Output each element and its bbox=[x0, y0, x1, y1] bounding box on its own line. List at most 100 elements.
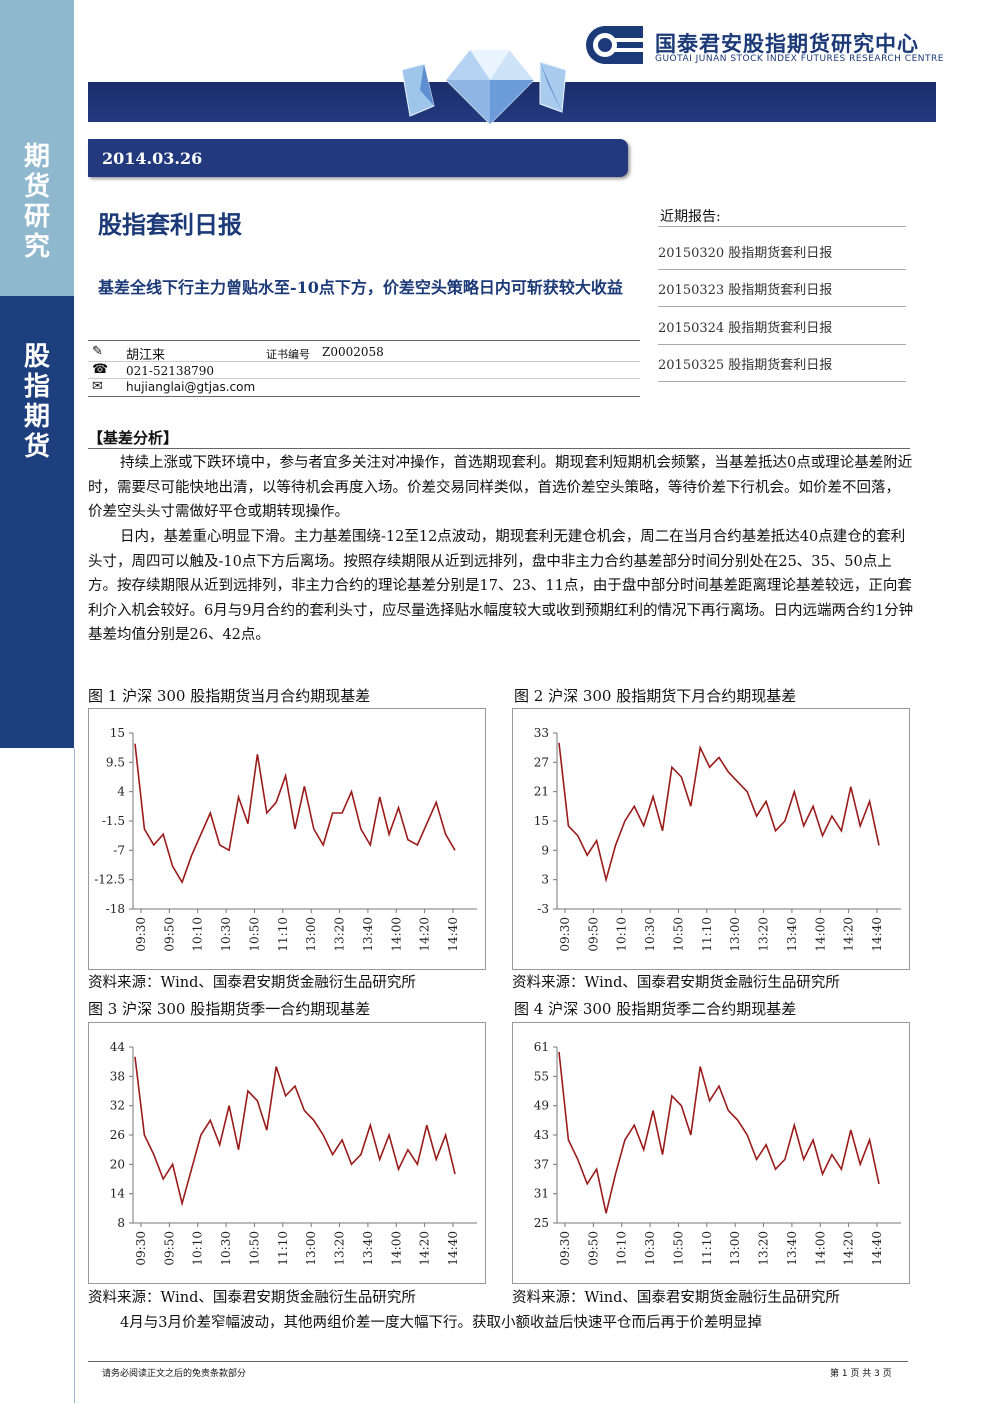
chart-3: 44 38 32 26 20 14 8 09:30 09:50 10:10 10:30 10:50 11… bbox=[88, 1022, 486, 1284]
y-tick-label: -12.5 bbox=[94, 873, 125, 887]
recent-report-item[interactable]: 20150325 股指期货套利日报 bbox=[658, 354, 906, 382]
chart-2: 33 27 21 15 9 3 -3 09:30 09:50 10:10 10:30 10:50 11:… bbox=[512, 708, 910, 970]
diamond-icon bbox=[401, 49, 567, 125]
paragraph-3: 4月与3月价差窄幅波动，其他两组价差一度大幅下行。获取小额收益后快速平仓而后再于… bbox=[120, 1315, 762, 1331]
sidebar-char: 究 bbox=[23, 232, 50, 262]
x-tick-label: 10:10 bbox=[191, 917, 205, 952]
x-tick-label: 14:00 bbox=[389, 917, 403, 952]
chart-4: 61 55 49 43 37 31 25 09:30 09:50 10:10 10:30 10:50 1… bbox=[512, 1022, 910, 1284]
phone-icon: ☎ bbox=[92, 362, 109, 377]
y-tick-label: -3 bbox=[537, 902, 549, 916]
x-tick-label: 14:00 bbox=[813, 917, 827, 952]
x-tick-label: 10:50 bbox=[247, 1231, 261, 1266]
chart-svg: 15 9.5 4 -1.5 -7 -12.5 -18 09:30 09:50 10:10 10:30… bbox=[94, 726, 477, 952]
x-tick-label: 13:00 bbox=[304, 917, 318, 952]
mail-icon: ✉ bbox=[92, 379, 103, 394]
recent-report-item[interactable]: 20150324 股指期货套利日报 bbox=[658, 317, 906, 345]
author-phone: 021-52138790 bbox=[126, 364, 215, 378]
paragraph-1: 持续上涨或下跌环境中，参与者宜多关注对冲操作，首选期现套利。期现套利短期机会频繁… bbox=[88, 455, 913, 521]
footer-disclaimer: 请务必阅读正文之后的免责条款部分 bbox=[102, 1369, 247, 1379]
x-tick-label: 14:20 bbox=[842, 1231, 856, 1266]
logo-icon bbox=[586, 26, 643, 64]
figure-source-4: 资料来源：Wind、国泰君安期货金融衍生品研究所 bbox=[512, 1290, 840, 1306]
recent-report-item[interactable]: 20150320 股指期货套利日报 bbox=[658, 242, 906, 270]
y-tick-label: 26 bbox=[110, 1128, 125, 1142]
pen-icon: ✎ bbox=[92, 344, 103, 359]
x-tick-label: 09:50 bbox=[586, 917, 600, 952]
author-rule-mid bbox=[88, 361, 640, 362]
x-tick-label: 13:20 bbox=[333, 1231, 347, 1266]
figure-title-2: 图 2 沪深 300 股指期货下月合约期现基差 bbox=[514, 687, 797, 705]
chart-svg: 33 27 21 15 9 3 -3 09:30 09:50 10:10 10:30 10:50 11:… bbox=[534, 726, 901, 952]
series-line bbox=[558, 1051, 880, 1214]
series-line bbox=[558, 742, 880, 883]
y-tick-label: 43 bbox=[534, 1128, 549, 1142]
report-date: 2014.03.26 bbox=[102, 149, 203, 168]
chart-svg: 61 55 49 43 37 31 25 09:30 09:50 10:10 10:30 10:50 1… bbox=[534, 1040, 901, 1266]
x-tick-label: 09:50 bbox=[162, 917, 176, 952]
y-tick-label: 3 bbox=[541, 873, 549, 887]
x-tick-label: 14:20 bbox=[842, 917, 856, 952]
footer-rule bbox=[88, 1361, 908, 1362]
y-tick-label: 21 bbox=[534, 785, 549, 799]
sidebar-char: 期 bbox=[23, 402, 50, 432]
figure-source-2: 资料来源：Wind、国泰君安期货金融衍生品研究所 bbox=[512, 975, 840, 991]
y-tick-label: 15 bbox=[110, 726, 125, 740]
y-tick-label: -1.5 bbox=[102, 814, 125, 828]
y-tick-label: 4 bbox=[117, 785, 125, 799]
x-tick-label: 13:40 bbox=[361, 1231, 375, 1266]
y-tick-label: -7 bbox=[113, 843, 125, 857]
x-tick-label: 13:00 bbox=[304, 1231, 318, 1266]
sidebar-rule bbox=[74, 748, 75, 1403]
x-tick-label: 10:10 bbox=[615, 917, 629, 952]
x-tick-label: 11:10 bbox=[700, 1231, 714, 1266]
y-tick-label: 25 bbox=[534, 1216, 549, 1230]
x-tick-label: 14:20 bbox=[418, 1231, 432, 1266]
y-tick-label: 38 bbox=[110, 1069, 125, 1083]
sidebar-char: 研 bbox=[23, 202, 50, 232]
recent-report-item[interactable]: 20150323 股指期货套利日报 bbox=[658, 279, 906, 307]
chart-1: 15 9.5 4 -1.5 -7 -12.5 -18 09:30 09:50 10:10 10:30… bbox=[88, 708, 486, 970]
x-tick-label: 10:10 bbox=[191, 1231, 205, 1266]
figure-source-3: 资料来源：Wind、国泰君安期货金融衍生品研究所 bbox=[88, 1290, 416, 1306]
y-tick-label: 49 bbox=[534, 1099, 549, 1113]
x-tick-label: 14:20 bbox=[418, 917, 432, 952]
sidebar-char: 指 bbox=[23, 372, 50, 402]
x-tick-label: 13:40 bbox=[785, 1231, 799, 1266]
recent-reports-heading: 近期报告: bbox=[660, 209, 721, 225]
x-tick-label: 10:30 bbox=[643, 917, 657, 952]
chart-svg: 44 38 32 26 20 14 8 09:30 09:50 10:10 10:30 10:50 11… bbox=[110, 1040, 477, 1266]
y-tick-label: 61 bbox=[534, 1040, 549, 1054]
cert-label: 证书编号 bbox=[266, 348, 310, 361]
y-tick-label: 37 bbox=[534, 1157, 549, 1171]
recent-rule bbox=[658, 226, 906, 227]
y-tick-label: 44 bbox=[110, 1040, 126, 1054]
y-tick-label: 8 bbox=[117, 1216, 125, 1230]
x-tick-label: 09:30 bbox=[134, 1231, 148, 1266]
author-rule-top bbox=[88, 340, 640, 341]
section-heading: 【基差分析】 bbox=[88, 429, 179, 447]
x-tick-label: 10:50 bbox=[671, 917, 685, 952]
sidebar-char: 股 bbox=[23, 342, 50, 372]
author-email[interactable]: hujianglai@gtjas.com bbox=[126, 380, 255, 394]
x-tick-label: 10:30 bbox=[219, 1231, 233, 1266]
x-tick-label: 13:20 bbox=[333, 917, 347, 952]
figure-title-3: 图 3 沪深 300 股指期货季一合约期现基差 bbox=[88, 1000, 371, 1018]
y-tick-label: 55 bbox=[534, 1069, 549, 1083]
x-tick-label: 09:50 bbox=[162, 1231, 176, 1266]
x-tick-label: 14:40 bbox=[446, 917, 460, 952]
author-rule-mid2 bbox=[88, 378, 640, 379]
sidebar-char: 货 bbox=[23, 432, 50, 462]
x-tick-label: 10:10 bbox=[615, 1231, 629, 1266]
y-tick-label: 31 bbox=[534, 1187, 549, 1201]
figure-title-1: 图 1 沪深 300 股指期货当月合约期现基差 bbox=[88, 687, 371, 705]
sidebar-char: 期 bbox=[23, 142, 50, 172]
x-tick-label: 10:30 bbox=[219, 917, 233, 952]
footer-page-number: 第 1 页 共 3 页 bbox=[830, 1369, 892, 1379]
x-tick-label: 14:40 bbox=[870, 1231, 884, 1266]
x-tick-label: 14:00 bbox=[389, 1231, 403, 1266]
x-tick-label: 14:40 bbox=[446, 1231, 460, 1266]
x-tick-label: 13:00 bbox=[728, 1231, 742, 1266]
x-tick-label: 09:30 bbox=[558, 1231, 572, 1266]
x-tick-label: 11:10 bbox=[276, 1231, 290, 1266]
